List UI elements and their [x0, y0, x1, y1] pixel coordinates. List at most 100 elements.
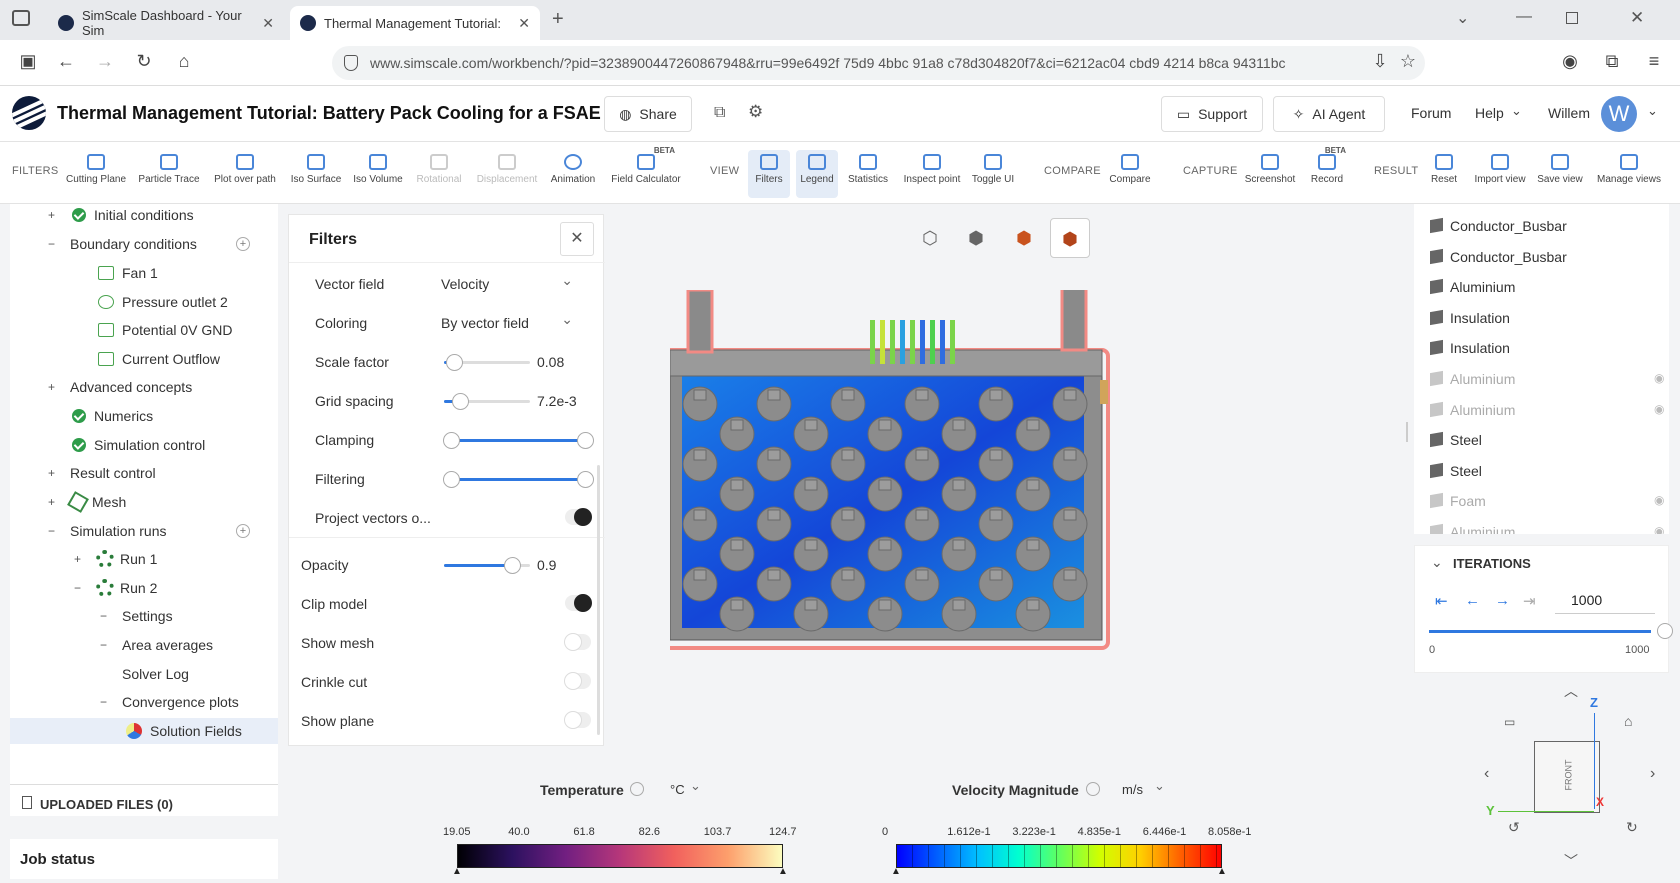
legend-menu-icon[interactable]	[1086, 782, 1100, 796]
clip-model-toggle[interactable]	[565, 594, 592, 612]
crinkle-cut-toggle[interactable]	[564, 672, 591, 690]
back-icon[interactable]: ←	[54, 51, 78, 72]
tree-item-area-averages[interactable]: − Area averages	[10, 634, 278, 656]
add-icon[interactable]: +	[236, 237, 250, 251]
browser-tab-tutorial[interactable]: Thermal Management Tutorial: ✕	[290, 6, 540, 40]
screenshot-button[interactable]: Screenshot	[1240, 150, 1300, 198]
tree-item-mesh[interactable]: + Mesh	[10, 491, 278, 513]
iteration-slider[interactable]	[1429, 623, 1673, 639]
help-menu[interactable]: Help	[1475, 105, 1504, 121]
previous-iteration-icon[interactable]: ←	[1465, 592, 1480, 609]
save-view-button[interactable]: Save view	[1534, 150, 1586, 198]
restore-icon[interactable]	[1566, 12, 1578, 24]
part-item[interactable]: Insulation	[1430, 340, 1510, 356]
home-view-icon[interactable]: ⌂	[1624, 713, 1632, 729]
max-handle-icon[interactable]: ▲	[1217, 866, 1227, 877]
close-window-icon[interactable]: ✕	[1630, 8, 1644, 28]
scale-factor-input[interactable]: 0.08	[537, 354, 564, 370]
surface-cube-icon[interactable]: ⬢	[1004, 218, 1044, 258]
collapse-icon[interactable]: −	[48, 237, 55, 251]
slider-handle[interactable]	[452, 393, 469, 410]
rotate-right-icon[interactable]: ›	[1650, 765, 1655, 783]
user-name[interactable]: Willem	[1548, 105, 1590, 121]
inspect-point-button[interactable]: Inspect point	[899, 150, 965, 198]
expand-icon[interactable]: +	[48, 380, 55, 394]
browser-menu-icon[interactable]: ≡	[1642, 51, 1666, 72]
camera-icon[interactable]: ▭	[1504, 715, 1515, 729]
hidden-eye-icon[interactable]: ◉	[1654, 402, 1664, 416]
tab-search-icon[interactable]: ⌄	[1456, 8, 1469, 28]
tree-item-result-control[interactable]: + Result control	[10, 462, 278, 484]
first-iteration-icon[interactable]: ⇤	[1435, 592, 1448, 610]
panel-scrollbar[interactable]	[597, 465, 600, 735]
add-icon[interactable]: +	[236, 524, 250, 538]
hidden-eye-icon[interactable]: ◉	[1654, 524, 1664, 534]
parts-scrollbar[interactable]	[1414, 204, 1669, 205]
rotational-button[interactable]: Rotational	[406, 150, 472, 198]
iso-surface-button[interactable]: Iso Surface	[283, 150, 349, 198]
tree-item-run-2[interactable]: − Run 2	[10, 577, 278, 599]
bookmark-star-icon[interactable]: ☆	[1396, 51, 1420, 72]
reset-button[interactable]: Reset	[1422, 150, 1466, 198]
expand-icon[interactable]: +	[48, 208, 55, 222]
tree-item-numerics[interactable]: Numerics	[10, 405, 278, 427]
tree-item-run-1[interactable]: + Run 1	[10, 548, 278, 570]
tree-item-potential[interactable]: Potential 0V GND	[10, 319, 278, 341]
share-button[interactable]: ◍ Share	[604, 96, 692, 132]
project-vectors-toggle[interactable]	[565, 508, 592, 526]
slider-handle[interactable]	[1657, 623, 1673, 639]
collapse-chevron-icon[interactable]: ⌄	[1431, 554, 1443, 571]
tree-item-simulation-runs[interactable]: − Simulation runs +	[10, 520, 278, 542]
toggle-ui-button[interactable]: Toggle UI	[963, 150, 1023, 198]
next-iteration-icon[interactable]: →	[1495, 592, 1510, 609]
rotate-cw-icon[interactable]: ↻	[1626, 819, 1638, 836]
collapse-icon[interactable]: −	[48, 524, 55, 538]
part-item[interactable]: Insulation	[1430, 309, 1510, 326]
forward-icon[interactable]: →	[93, 51, 117, 72]
grid-spacing-input[interactable]: 7.2e-3	[537, 393, 577, 409]
slider-handle[interactable]	[446, 354, 463, 371]
rotate-down-icon[interactable]: ﹀	[1564, 851, 1578, 871]
expand-icon[interactable]: +	[48, 495, 55, 509]
close-tab-icon[interactable]: ✕	[262, 15, 274, 32]
expand-icon[interactable]: +	[74, 552, 81, 566]
tree-item-initial-conditions[interactable]: + Initial conditions	[10, 204, 278, 226]
workspaces-icon[interactable]: ▣	[16, 51, 40, 72]
last-iteration-icon[interactable]: ⇥	[1523, 592, 1536, 610]
opacity-slider[interactable]	[444, 557, 530, 574]
opacity-input[interactable]: 0.9	[537, 557, 556, 573]
max-handle-icon[interactable]: ▲	[778, 866, 788, 877]
part-item[interactable]: Steel	[1430, 462, 1482, 479]
tree-item-settings[interactable]: − Settings	[10, 605, 278, 627]
site-info-icon[interactable]	[344, 55, 358, 71]
browser-tab-dashboard[interactable]: SimScale Dashboard - Your Sim ✕	[48, 6, 284, 40]
uploaded-files-section[interactable]: UPLOADED FILES (0)	[10, 784, 278, 816]
edges-cube-icon[interactable]: ⬢	[1050, 218, 1090, 258]
grid-spacing-slider[interactable]	[444, 393, 530, 410]
tree-item-convergence-plots[interactable]: − Convergence plots	[10, 691, 278, 713]
navigation-cube[interactable]: ︿ ﹀ ‹ › ▭ ⌂ FRONT Z Y X ↺ ↻	[1480, 683, 1660, 875]
home-icon[interactable]: ⌂	[172, 51, 196, 72]
settings-gear-icon[interactable]: ⚙	[748, 102, 763, 122]
statistics-button[interactable]: Statistics	[843, 150, 893, 198]
legend-unit-select[interactable]: °C	[670, 782, 685, 797]
expand-icon[interactable]: −	[100, 638, 107, 652]
particle-trace-button[interactable]: Particle Trace	[136, 150, 202, 198]
url-input[interactable]: www.simscale.com/workbench/?pid=32389004…	[332, 46, 1425, 80]
range-min-handle[interactable]	[443, 432, 460, 449]
close-icon[interactable]: ✕	[560, 222, 594, 256]
legend-button[interactable]: Legend	[796, 150, 838, 198]
wireframe-cube-icon[interactable]: ⬡	[910, 218, 950, 258]
legend-unit-select[interactable]: m/s	[1122, 782, 1143, 797]
tab-list-icon[interactable]	[12, 10, 30, 26]
close-tab-icon[interactable]: ✕	[518, 15, 530, 32]
solid-cube-icon[interactable]: ⬢	[956, 218, 996, 258]
clamping-range-slider[interactable]	[443, 432, 594, 449]
hidden-eye-icon[interactable]: ◉	[1654, 371, 1664, 385]
coloring-select[interactable]: By vector field	[441, 311, 581, 331]
part-item[interactable]: Aluminium ◉	[1430, 370, 1664, 387]
tree-item-advanced-concepts[interactable]: + Advanced concepts	[10, 376, 278, 398]
unit-chevron-down-icon[interactable]: ⌄	[690, 778, 701, 794]
rotate-up-icon[interactable]: ︿	[1564, 681, 1578, 701]
avatar[interactable]: W	[1601, 96, 1637, 132]
